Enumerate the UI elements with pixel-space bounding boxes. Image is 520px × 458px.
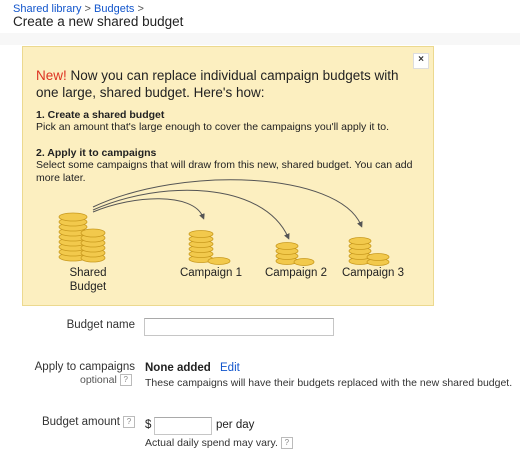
campaign-2-label: Campaign 2 xyxy=(264,267,327,279)
shared-budget-coins-icon xyxy=(58,212,106,263)
edit-campaigns-link[interactable]: Edit xyxy=(220,362,240,374)
amount-hint: Actual daily spend may vary.? xyxy=(145,437,293,450)
apply-optional-label: optional? xyxy=(80,374,132,387)
arrow-to-campaign-3 xyxy=(92,179,363,228)
optional-text: optional xyxy=(80,374,117,386)
help-icon[interactable]: ? xyxy=(280,437,293,450)
campaign-1-label: Campaign 1 xyxy=(179,267,242,279)
page-title: Create a new shared budget xyxy=(13,14,184,29)
header-band xyxy=(0,33,520,45)
help-icon[interactable]: ? xyxy=(119,374,132,387)
shared-label-line-1: Shared xyxy=(69,267,107,279)
campaign-3-label: Campaign 3 xyxy=(341,267,404,279)
campaign-3-coins-icon xyxy=(348,237,390,266)
budget-amount-label: Budget amount? xyxy=(10,416,135,428)
budget-amount-input[interactable] xyxy=(154,417,212,435)
campaigns-none-added: None added xyxy=(145,362,211,374)
budget-amount-text: Budget amount xyxy=(41,416,120,429)
apply-to-campaigns-label: Apply to campaigns xyxy=(34,361,135,373)
campaign-1-coins-icon xyxy=(188,230,231,265)
apply-campaigns-hint: These campaigns will have their budgets … xyxy=(145,377,513,389)
shared-budget-promo: × New! Now you can replace individual ca… xyxy=(22,46,434,306)
currency-symbol: $ xyxy=(145,419,152,431)
shared-budget-label: Shared Budget xyxy=(53,266,123,294)
help-icon[interactable]: ? xyxy=(123,416,135,428)
amount-hint-text: Actual daily spend may vary. xyxy=(145,437,278,449)
budget-name-label: Budget name xyxy=(66,319,135,331)
campaign-2-coins-icon xyxy=(275,242,315,266)
budget-name-input[interactable] xyxy=(144,318,334,336)
shared-label-line-2: Budget xyxy=(69,281,107,293)
per-day-label: per day xyxy=(216,419,255,431)
